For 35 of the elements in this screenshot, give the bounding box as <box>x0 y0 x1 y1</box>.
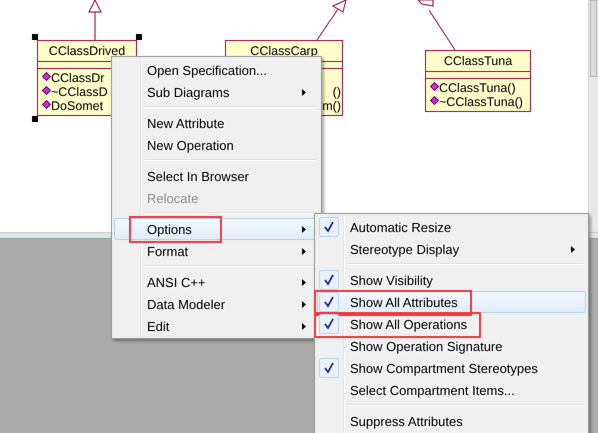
submenu-arrow-icon <box>302 301 306 308</box>
submenu-arrow-icon <box>302 323 306 330</box>
operation-name: ~CClassD <box>51 85 108 99</box>
operation-name: DoSomet <box>51 99 104 113</box>
menu-item[interactable]: Stereotype Display <box>317 238 586 260</box>
selection-handle[interactable] <box>136 34 142 40</box>
operation-name: CClassDr <box>51 71 104 85</box>
menu-item[interactable]: Data Modeler <box>114 293 319 315</box>
menu-item[interactable]: Automatic Resize <box>317 216 586 238</box>
submenu-arrow-icon <box>302 248 306 255</box>
submenu-arrow-icon <box>302 279 306 286</box>
selection-handle[interactable] <box>32 116 38 122</box>
menu-item[interactable]: Select In Browser <box>114 165 319 187</box>
operation-name: CClassTuna() <box>439 81 516 95</box>
menu-item[interactable]: Show Operation Signature <box>317 335 586 357</box>
menu-item[interactable]: Show Compartment Stereotypes <box>317 357 586 379</box>
selection-handle[interactable] <box>32 34 38 40</box>
class-name: CClassTuna <box>426 51 530 72</box>
operation-name: m() <box>322 99 341 113</box>
menu-item[interactable]: Show All Operations <box>317 313 586 335</box>
operation-name: () <box>332 85 341 99</box>
menu-item[interactable]: Select Compartment Items... <box>317 379 586 401</box>
scrollbar[interactable] <box>588 0 598 232</box>
submenu-arrow-icon <box>302 226 306 233</box>
submenu-arrow-icon <box>302 89 306 96</box>
menu-item[interactable]: Edit <box>114 315 319 337</box>
class-box[interactable]: CClassTuna CClassTuna() ~CClassTuna() <box>425 50 531 112</box>
menu-item[interactable]: New Operation <box>114 134 319 156</box>
submenu-arrow-icon <box>571 246 575 253</box>
operation-name: ~CClassTuna() <box>439 95 523 109</box>
menu-item[interactable]: Show All Attributes <box>317 291 586 313</box>
menu-item[interactable]: ANSI C++ <box>114 271 319 293</box>
menu-item[interactable]: Suppress Attributes <box>317 410 586 432</box>
menu-item[interactable]: Show Visibility <box>317 269 586 291</box>
menu-item[interactable]: Format <box>114 240 319 262</box>
